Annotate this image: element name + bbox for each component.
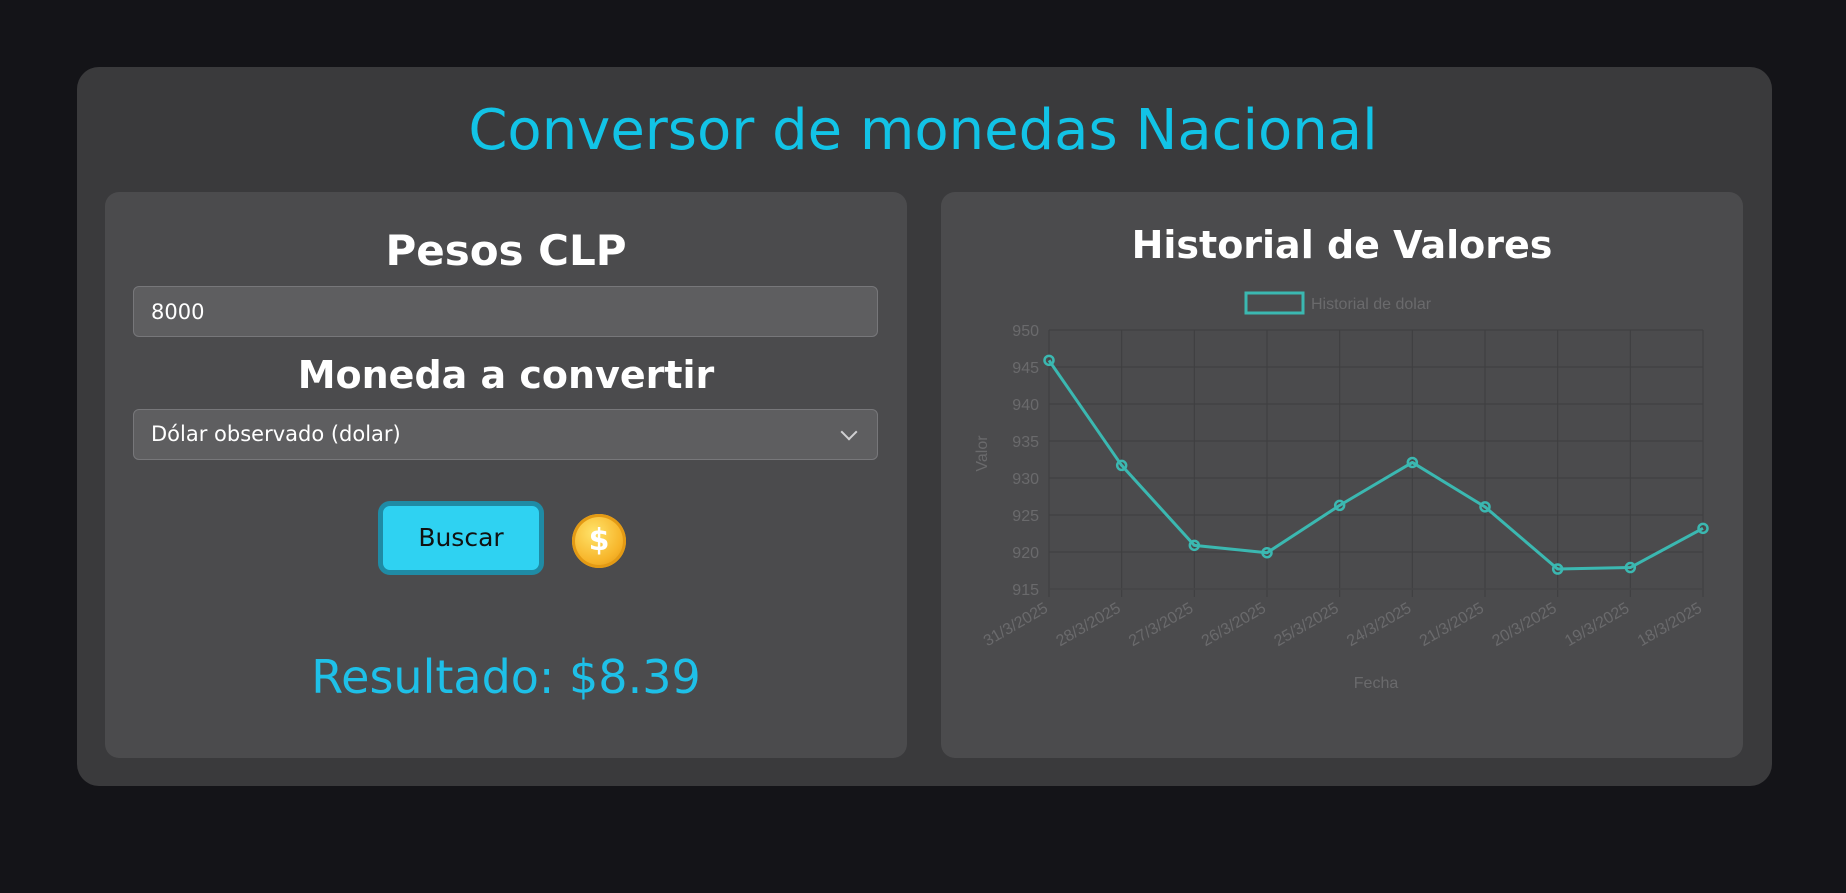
coin-icon: $ [572, 514, 626, 568]
x-tick-label: 25/3/2025 [1272, 600, 1342, 650]
legend-swatch [1244, 291, 1305, 315]
y-tick-label: 925 [1012, 508, 1039, 525]
amount-input[interactable] [133, 286, 878, 337]
y-axis-title: Valor [974, 435, 991, 472]
x-tick-label: 31/3/2025 [981, 600, 1051, 650]
x-tick-label: 21/3/2025 [1417, 600, 1487, 650]
currency-heading: Moneda a convertir [297, 353, 715, 397]
result-text: Resultado: $8.39 [311, 650, 701, 704]
y-tick-label: 930 [1012, 471, 1039, 488]
history-panel: Historial de Valores 950 945 940 935 930 925 9… [941, 192, 1743, 758]
x-tick-label: 27/3/2025 [1126, 600, 1196, 650]
y-tick-label: 940 [1012, 397, 1039, 414]
x-tick-label: 19/3/2025 [1562, 600, 1632, 650]
x-tick-label: 26/3/2025 [1199, 600, 1269, 650]
currency-selected-value: Dólar observado (dolar) [151, 422, 401, 446]
y-tick-label: 935 [1012, 434, 1039, 451]
y-tick-label: 950 [1012, 323, 1039, 340]
y-tick-label: 945 [1012, 360, 1039, 377]
x-tick-label: 18/3/2025 [1635, 600, 1705, 650]
x-tick-label: 20/3/2025 [1490, 600, 1560, 650]
history-chart: 950 945 940 935 930 925 920 91531/3/2025 28/3/20… [974, 291, 1709, 692]
chevron-down-icon [840, 423, 858, 441]
currency-select[interactable]: Dólar observado (dolar) [133, 409, 878, 460]
x-axis-title: Fecha [1354, 675, 1399, 692]
y-tick-label: 920 [1012, 545, 1039, 562]
x-tick-label: 28/3/2025 [1054, 600, 1124, 650]
converter-panel: Pesos CLP Moneda a convertir Dólar obser… [105, 192, 907, 758]
amount-heading: Pesos CLP [385, 226, 627, 275]
y-tick-label: 915 [1012, 582, 1039, 599]
x-tick-label: 24/3/2025 [1344, 600, 1414, 650]
search-button[interactable]: Buscar [378, 501, 544, 575]
series-line [1047, 359, 1704, 571]
page-title: Conversor de monedas Nacional [468, 98, 1378, 163]
legend-label: Historial de dolar [1311, 296, 1432, 313]
